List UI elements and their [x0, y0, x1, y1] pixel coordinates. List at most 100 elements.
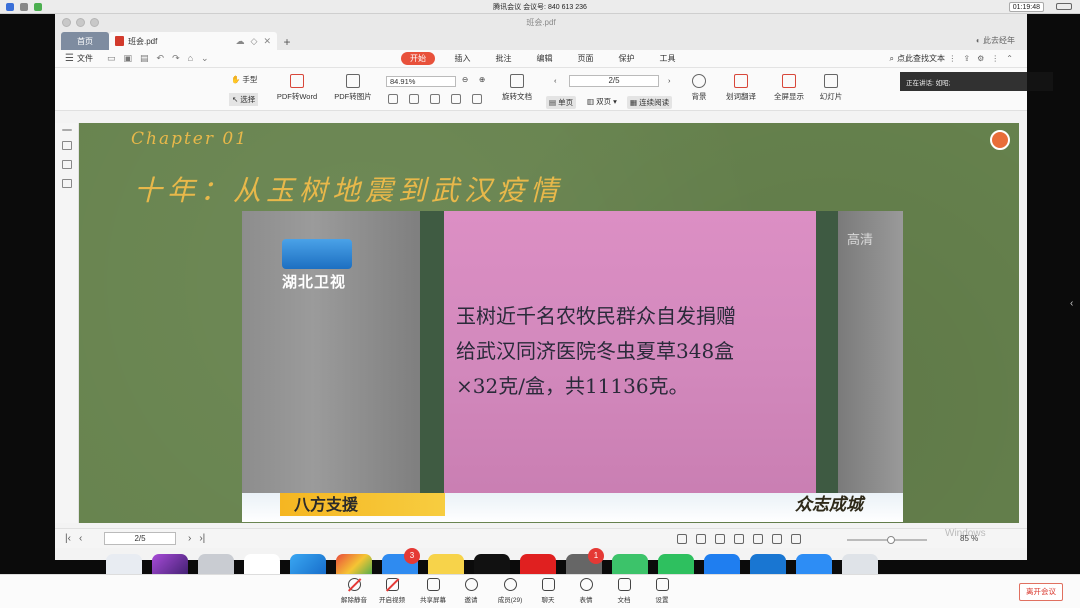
- chevron-down-icon[interactable]: ⌄: [201, 53, 209, 64]
- zoom-level-select[interactable]: 84.91%: [386, 76, 456, 87]
- moon-icon: [692, 74, 706, 88]
- rotate-left-icon[interactable]: [451, 94, 461, 104]
- chevron-left-icon[interactable]: ‹: [1070, 298, 1073, 309]
- fit-width-icon[interactable]: [430, 94, 440, 104]
- settings-icon[interactable]: ⚙: [977, 54, 984, 63]
- members-button[interactable]: 成员(29): [492, 578, 528, 604]
- hamburger-menu-icon[interactable]: ☰: [65, 53, 74, 64]
- previous-page-icon[interactable]: ‹: [554, 76, 557, 85]
- format-painter-icon[interactable]: ⌂: [188, 53, 193, 64]
- menu-tools[interactable]: 工具: [647, 53, 688, 64]
- embedded-news-image: 湖北卫视 高清 玉树近千名农牧民群众自发捐赠 给武汉同济医院冬虫夏草348盒 ×…: [242, 211, 903, 522]
- view-continuous-icon[interactable]: [734, 534, 744, 544]
- continuous-reading-button[interactable]: ▦ 连续阅读: [627, 96, 673, 109]
- page-number-input[interactable]: 2/5: [569, 75, 659, 87]
- user-name-label[interactable]: ◐ 此去经年: [976, 35, 1015, 46]
- sync-icon: ◐: [975, 36, 981, 45]
- new-tab-button[interactable]: +: [277, 34, 297, 50]
- fit-page-icon[interactable]: [388, 94, 398, 104]
- fullscreen-button[interactable]: 全屏显示: [769, 74, 809, 102]
- invite-icon: [464, 578, 478, 591]
- thumbnail-icon[interactable]: [61, 160, 72, 169]
- more-icon-2[interactable]: ⋮: [991, 54, 999, 63]
- menu-protect[interactable]: 保护: [606, 53, 647, 64]
- chat-button[interactable]: 聊天: [530, 578, 566, 604]
- select-tool[interactable]: ↖ 选择: [229, 93, 259, 106]
- document-area[interactable]: Chapter 01 十年：从玉树地震到武汉疫情 湖北卫视 高清 玉树近千名农牧…: [79, 123, 1019, 523]
- more-icon[interactable]: ⋮: [948, 54, 956, 63]
- battery-icon: [1056, 3, 1072, 10]
- pdf-to-word-button[interactable]: PDF转Word: [275, 74, 319, 102]
- tab-home[interactable]: 首页: [61, 32, 109, 50]
- prev-page-icon[interactable]: ‹: [79, 533, 82, 544]
- unmute-button[interactable]: 解除静音: [336, 578, 372, 604]
- open-folder-icon[interactable]: ▭: [107, 53, 116, 64]
- user-name: 此去经年: [983, 36, 1015, 45]
- zoom-slider-handle[interactable]: [887, 536, 895, 544]
- close-tab-icon[interactable]: ✕: [263, 36, 271, 47]
- status-page-input[interactable]: 2/5: [104, 532, 176, 545]
- print-icon[interactable]: ▤: [140, 53, 149, 64]
- slideshow-button[interactable]: 幻灯片: [813, 74, 849, 102]
- single-page-button[interactable]: ▤ 单页: [546, 96, 577, 109]
- hand-tool-label: 手型: [242, 75, 258, 84]
- menu-edit[interactable]: 编辑: [524, 53, 565, 64]
- camera-off-icon: [385, 578, 399, 591]
- menu-insert[interactable]: 插入: [442, 53, 483, 64]
- zoom-slider[interactable]: [847, 536, 927, 544]
- meeting-info: 腾讯会议 会议号: 840 613 236: [0, 2, 1080, 12]
- rotate-right-icon[interactable]: [472, 94, 482, 104]
- eye-icon[interactable]: [677, 534, 687, 544]
- first-page-icon[interactable]: |‹: [65, 533, 71, 544]
- pdf-to-image-button[interactable]: PDF转图片: [331, 74, 375, 102]
- pdf-to-word-icon: [290, 74, 304, 88]
- single-page-label: 单页: [558, 98, 574, 107]
- rotate-document-button[interactable]: 旋转文档: [498, 74, 536, 102]
- collapse-icon[interactable]: ⌃: [1006, 54, 1013, 63]
- cloud-icon[interactable]: ☁: [236, 36, 245, 47]
- pin-icon[interactable]: ◇: [251, 36, 258, 47]
- background-label: 背景: [691, 92, 707, 101]
- word-translate-button[interactable]: 划词翻译: [721, 74, 761, 102]
- find-text[interactable]: ⌕ 点此查找文本: [890, 53, 945, 64]
- fit-icon[interactable]: [753, 534, 763, 544]
- floating-tool-icon[interactable]: [990, 130, 1010, 150]
- settings-button[interactable]: 设置: [644, 578, 680, 604]
- leave-meeting-button[interactable]: 离开会议: [1019, 583, 1063, 601]
- menu-start[interactable]: 开始: [401, 52, 435, 65]
- reactions-button[interactable]: 表情: [568, 578, 604, 604]
- attachment-icon[interactable]: [61, 179, 72, 188]
- actual-size-icon[interactable]: [409, 94, 419, 104]
- next-last-nav: › ›|: [188, 533, 205, 544]
- notice-text: 玉树近千名农牧民群众自发捐赠 给武汉同济医院冬虫夏草348盒 ×32克/盒，共1…: [456, 299, 816, 404]
- double-page-button[interactable]: ▥ 双页 ▾: [587, 96, 617, 107]
- hand-tool[interactable]: ✋ 手型: [231, 74, 257, 85]
- invite-button[interactable]: 邀请: [453, 578, 489, 604]
- save-icon[interactable]: ▣: [123, 53, 132, 64]
- tab-file[interactable]: 班会.pdf ☁ ◇ ✕: [109, 32, 277, 50]
- share-screen-button[interactable]: 共享屏幕: [415, 578, 451, 604]
- pdf-to-image-icon: [346, 74, 360, 88]
- tab-actions: ☁ ◇ ✕: [236, 36, 271, 47]
- zoom-in-icon[interactable]: ⊕: [479, 75, 485, 84]
- next-page-icon[interactable]: ›: [188, 533, 191, 544]
- redo-icon[interactable]: ↷: [172, 53, 180, 64]
- share-icon[interactable]: ⇪: [963, 54, 970, 63]
- last-page-icon[interactable]: ›|: [199, 533, 205, 544]
- notice-line: ×32克/盒，共11136克。: [456, 374, 689, 398]
- view-single-icon[interactable]: [696, 534, 706, 544]
- hubei-tv-logo: 湖北卫视: [282, 239, 352, 291]
- start-video-button[interactable]: 开启视频: [374, 578, 410, 604]
- undo-icon[interactable]: ↶: [157, 53, 165, 64]
- zoom-out-icon[interactable]: ⊖: [462, 75, 468, 84]
- actual-size-icon[interactable]: [791, 534, 801, 544]
- background-button[interactable]: 背景: [683, 74, 715, 102]
- file-menu[interactable]: 文件: [77, 53, 93, 64]
- view-double-icon[interactable]: [715, 534, 725, 544]
- next-page-icon[interactable]: ›: [668, 76, 671, 85]
- documents-button[interactable]: 文档: [606, 578, 642, 604]
- menu-page[interactable]: 页面: [565, 53, 606, 64]
- menu-annotate[interactable]: 批注: [483, 53, 524, 64]
- fit-width-icon[interactable]: [772, 534, 782, 544]
- outline-icon[interactable]: [61, 141, 72, 150]
